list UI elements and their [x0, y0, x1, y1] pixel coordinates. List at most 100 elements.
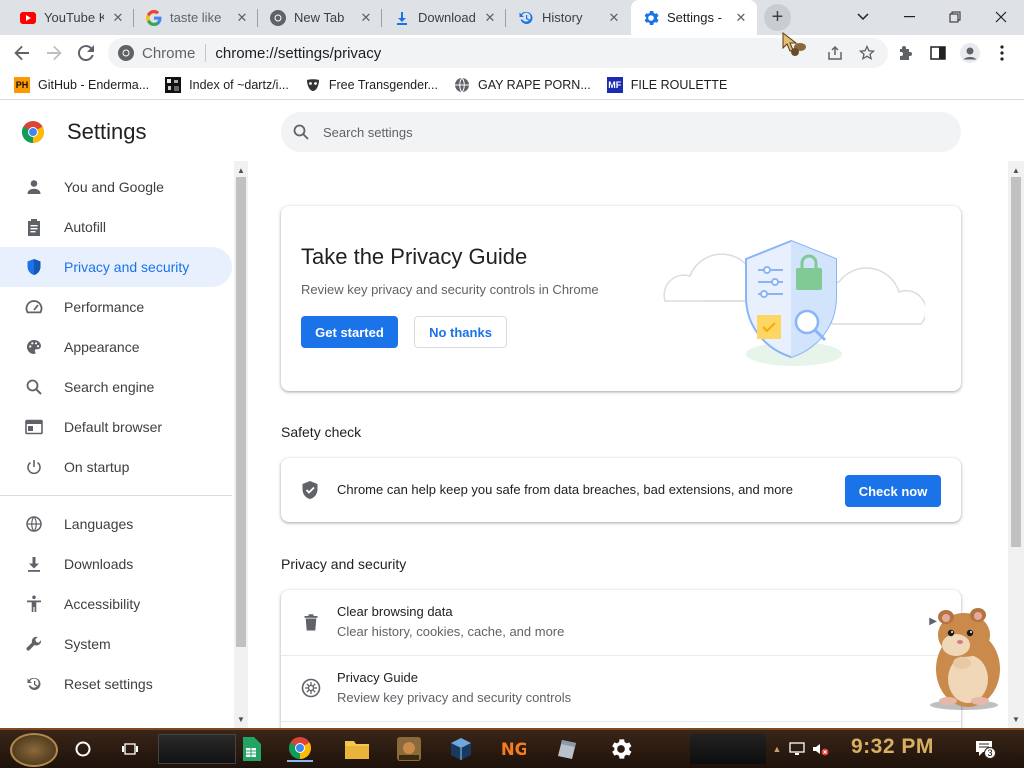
hamster-desktop-pet[interactable] [922, 607, 1006, 711]
scrollbar-thumb[interactable] [236, 177, 246, 647]
sidebar-item-system[interactable]: System [0, 624, 232, 664]
scroll-down-arrow-icon[interactable]: ▼ [1008, 712, 1024, 726]
close-icon[interactable]: ✕ [606, 10, 622, 26]
mouse-cursor [782, 31, 806, 56]
start-button[interactable] [10, 733, 58, 767]
sidebar-item-languages[interactable]: Languages [0, 504, 232, 544]
newgrounds-icon[interactable]: NG [500, 736, 526, 762]
game-app-icon[interactable] [396, 736, 422, 762]
close-icon[interactable]: ✕ [358, 10, 374, 26]
scrollbar-thumb[interactable] [1011, 177, 1021, 547]
close-icon[interactable]: ✕ [234, 10, 250, 26]
tab-google[interactable]: taste like ✕ [134, 0, 258, 35]
tray-overflow-icon[interactable]: ▲ [768, 740, 786, 758]
extensions-button[interactable] [891, 38, 921, 68]
get-started-button[interactable]: Get started [301, 316, 398, 348]
bookmark-github[interactable]: PH GitHub - Enderma... [14, 77, 149, 93]
url-text[interactable]: chrome://settings/privacy [215, 45, 381, 62]
privacy-guide-illustration [663, 239, 925, 366]
tab-youtube[interactable]: YouTube K ✕ [8, 0, 134, 35]
sidebar-item-search-engine[interactable]: Search engine [0, 367, 232, 407]
bookmark-star-button[interactable] [852, 38, 882, 68]
notification-center-icon[interactable]: 3 [972, 740, 998, 759]
sheets-app-icon[interactable] [238, 736, 264, 762]
address-bar[interactable]: Chrome chrome://settings/privacy [108, 38, 888, 68]
bookmark-free-transgender[interactable]: Free Transgender... [305, 77, 438, 93]
main-scrollbar[interactable]: ▲ ▼ [1008, 161, 1024, 728]
close-window-button[interactable] [978, 0, 1024, 34]
new-tab-button[interactable]: + [764, 4, 791, 31]
task-view-icon[interactable] [117, 736, 143, 762]
search-settings-box[interactable] [281, 112, 961, 152]
minimize-button[interactable] [886, 0, 932, 34]
sidebar-item-default-browser[interactable]: Default browser [0, 407, 232, 447]
globe-icon [24, 514, 44, 534]
tab-downloads[interactable]: Downloads ✕ [382, 0, 506, 35]
side-panel-button[interactable] [923, 38, 953, 68]
history-icon [518, 10, 534, 26]
search-input[interactable] [323, 124, 883, 140]
close-icon[interactable]: ✕ [482, 10, 498, 26]
sidebar-item-performance[interactable]: Performance [0, 287, 232, 327]
sidebar-item-downloads[interactable]: Downloads [0, 544, 232, 584]
bookmark-globe-link[interactable]: GAY RAPE PORN... [454, 77, 591, 93]
sidebar-item-reset-settings[interactable]: Reset settings [0, 664, 232, 704]
svg-text:NG: NG [501, 740, 526, 759]
sidebar-scrollbar[interactable]: ▲ ▼ [234, 161, 248, 728]
sidebar-item-label: Default browser [64, 419, 163, 435]
sidebar-item-label: System [64, 636, 111, 652]
scroll-down-arrow-icon[interactable]: ▼ [234, 712, 248, 726]
scroll-up-arrow-icon[interactable]: ▲ [234, 163, 248, 177]
sidebar-nav: You and Google Autofill Privacy and secu… [0, 167, 232, 704]
wrench-icon [24, 634, 44, 654]
sidebar-item-privacy-and-security[interactable]: Privacy and security [0, 247, 232, 287]
bookmark-index-of[interactable]: Index of ~dartz/i... [165, 77, 289, 93]
restore-button[interactable] [932, 0, 978, 34]
privacy-guide-row[interactable]: Privacy Guide Review key privacy and sec… [281, 656, 961, 721]
notepad-app-icon[interactable] [555, 736, 581, 762]
sidebar-item-label: Privacy and security [64, 259, 190, 275]
sidebar-item-you-and-google[interactable]: You and Google [0, 167, 232, 207]
share-button[interactable] [820, 38, 850, 68]
clipboard-icon [24, 217, 44, 237]
network-icon[interactable] [788, 740, 806, 758]
sidebar-item-accessibility[interactable]: Accessibility [0, 584, 232, 624]
volume-muted-icon[interactable] [812, 740, 830, 758]
share-icon [828, 45, 842, 60]
back-button[interactable] [7, 38, 37, 68]
close-icon[interactable]: ✕ [110, 10, 126, 26]
cortana-icon[interactable] [70, 736, 96, 762]
forward-button[interactable] [39, 38, 69, 68]
clear-browsing-data-row[interactable]: Clear browsing data Clear history, cooki… [281, 590, 961, 655]
tab-history[interactable]: History ✕ [506, 0, 630, 35]
sidebar-item-on-startup[interactable]: On startup [0, 447, 232, 487]
download-icon [394, 10, 410, 26]
menu-button[interactable] [987, 38, 1017, 68]
chrome-taskbar-icon[interactable] [287, 736, 313, 762]
bookmark-file-roulette[interactable]: MF FILE ROULETTE [606, 77, 727, 93]
sidebar-item-autofill[interactable]: Autofill [0, 207, 232, 247]
settings-gear-taskbar-icon[interactable] [608, 736, 634, 762]
tab-settings[interactable]: Settings - ✕ [631, 0, 757, 35]
sidebar-item-appearance[interactable]: Appearance [0, 327, 232, 367]
tab-new-tab[interactable]: New Tab ✕ [258, 0, 382, 35]
row-subtitle: Review key privacy and security controls [337, 690, 572, 705]
close-icon[interactable]: ✕ [733, 10, 749, 26]
site-info-chip[interactable]: Chrome [118, 44, 207, 62]
sidebar-item-label: You and Google [64, 179, 164, 195]
scroll-up-arrow-icon[interactable]: ▲ [1008, 163, 1024, 177]
reload-button[interactable] [71, 38, 101, 68]
taskbar-clock[interactable]: 9:32 PM [851, 735, 934, 759]
profile-button[interactable] [955, 38, 985, 68]
sidebar-divider [0, 495, 232, 496]
privacy-and-security-card: Clear browsing data Clear history, cooki… [281, 590, 961, 750]
privacy-and-security-heading: Privacy and security [281, 556, 407, 572]
bookmarks-bar: PH GitHub - Enderma... Index of ~dartz/i… [0, 71, 1024, 100]
no-thanks-button[interactable]: No thanks [414, 316, 507, 348]
tab-search-button[interactable] [840, 0, 886, 34]
virtualbox-icon[interactable] [448, 736, 474, 762]
speedometer-icon [24, 297, 44, 317]
check-now-button[interactable]: Check now [845, 475, 941, 507]
tab-title: taste like [170, 10, 222, 25]
file-explorer-icon[interactable] [344, 736, 370, 762]
